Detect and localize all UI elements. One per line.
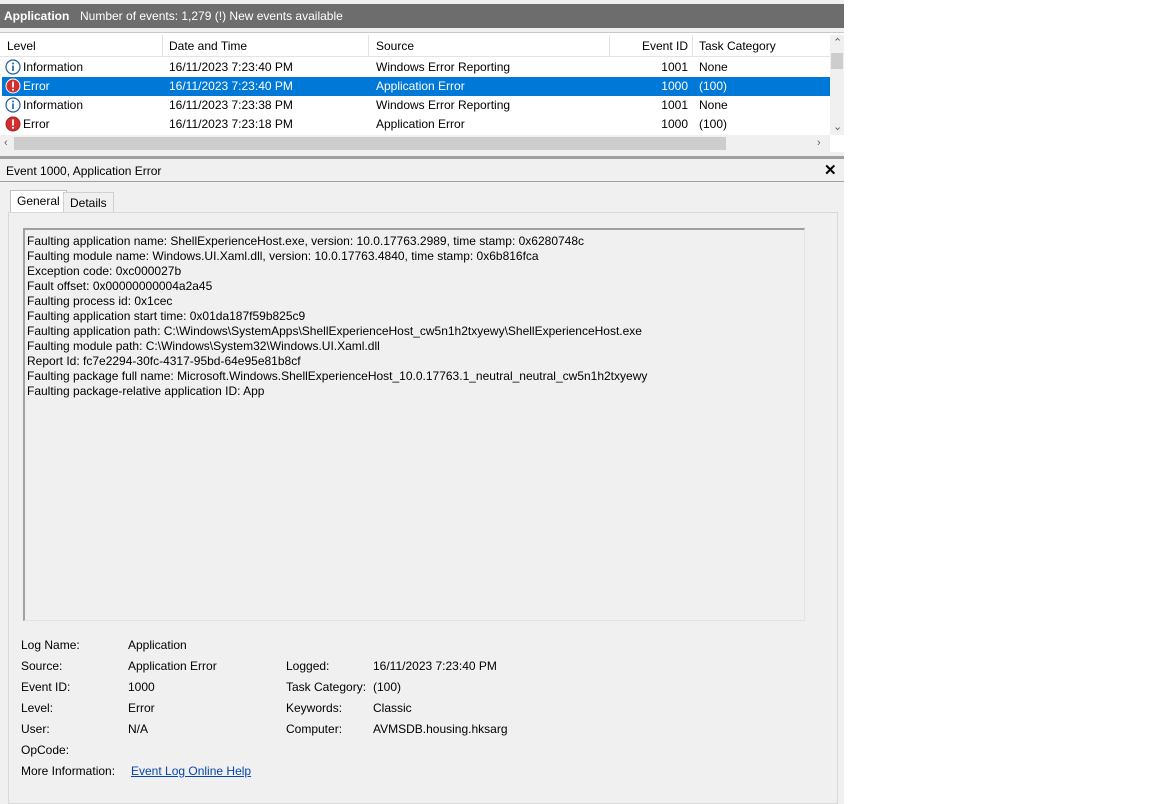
event-id: 1001 [661, 60, 688, 74]
event-row[interactable]: Information 16/11/2023 7:23:40 PM Window… [2, 58, 830, 77]
event-log-online-help-link[interactable]: Event Log Online Help [131, 764, 251, 778]
event-row[interactable]: Error 16/11/2023 7:23:18 PM Application … [2, 115, 830, 134]
computer-value: AVMSDB.housing.hksarg [373, 722, 508, 736]
event-viewer-window: Application Number of events: 1,279 (!) … [0, 0, 844, 804]
log-name-value: Application [128, 638, 187, 652]
task-category-value: (100) [373, 680, 402, 694]
events-vertical-scrollbar[interactable]: ⌃ ⌄ [830, 35, 844, 135]
description-line: Exception code: 0xc000027b [27, 264, 182, 278]
column-divider[interactable] [692, 35, 693, 57]
events-horizontal-scrollbar[interactable]: ‹ › [0, 135, 830, 152]
keywords-value: Classic [373, 701, 412, 715]
event-id-value: 1000 [128, 680, 155, 694]
event-id: 1000 [661, 117, 688, 131]
description-line: Faulting package-relative application ID… [27, 384, 265, 398]
level-label: Level: [21, 701, 54, 715]
event-row[interactable]: Information 16/11/2023 7:23:38 PM Window… [2, 96, 830, 115]
description-line: Faulting process id: 0x1cec [27, 294, 173, 308]
description-line: Faulting application start time: 0x01da1… [27, 309, 306, 323]
events-list[interactable]: Level Date and Time Source Event ID Task… [0, 32, 844, 152]
logged-value: 16/11/2023 7:23:40 PM [373, 659, 497, 673]
event-level: Error [23, 79, 50, 93]
event-details-title: Event 1000, Application Error [6, 164, 162, 178]
event-source: Application Error [376, 79, 465, 93]
event-date-time: 16/11/2023 7:23:40 PM [169, 79, 293, 93]
log-name-title: Application [4, 9, 70, 23]
column-header-task-category[interactable]: Task Category [699, 39, 776, 53]
description-line: Faulting application name: ShellExperien… [27, 234, 585, 248]
keywords-label: Keywords: [286, 701, 343, 715]
event-task-category: None [699, 98, 728, 112]
event-id: 1000 [661, 79, 688, 93]
close-icon[interactable]: ✕ [824, 161, 837, 179]
log-name-label: Log Name: [21, 638, 80, 652]
error-icon [5, 116, 21, 132]
column-divider[interactable] [162, 35, 163, 57]
error-icon [5, 78, 21, 94]
log-title-bar: Application Number of events: 1,279 (!) … [0, 4, 844, 28]
computer-label: Computer: [286, 722, 343, 736]
event-level: Information [23, 98, 84, 112]
event-source: Application Error [376, 117, 465, 131]
event-task-category: (100) [699, 79, 728, 93]
event-date-time: 16/11/2023 7:23:38 PM [169, 98, 293, 112]
opcode-label: OpCode: [21, 743, 70, 757]
event-id-label: Event ID: [21, 680, 71, 694]
source-label: Source: [21, 659, 63, 673]
information-icon [5, 59, 21, 75]
event-source: Windows Error Reporting [376, 98, 511, 112]
scroll-left-arrow-icon[interactable]: ‹ [4, 137, 8, 149]
scroll-down-arrow-icon[interactable]: ⌄ [833, 121, 842, 133]
event-row-selected[interactable]: Error 16/11/2023 7:23:40 PM Application … [2, 77, 830, 96]
tab-details[interactable]: Details [63, 192, 114, 212]
logged-label: Logged: [286, 659, 330, 673]
event-task-category: None [699, 60, 728, 74]
pane-splitter[interactable] [0, 156, 844, 159]
column-header-event-id[interactable]: Event ID [640, 39, 688, 53]
events-count-status: Number of events: 1,279 (!) New events a… [80, 9, 343, 23]
description-line: Faulting module name: Windows.UI.Xaml.dl… [27, 249, 539, 263]
column-divider[interactable] [368, 35, 369, 57]
description-line: Report Id: fc7e2294-30fc-4317-95bd-64e95… [27, 354, 301, 368]
tab-general[interactable]: General [10, 190, 67, 213]
column-header-row: Level Date and Time Source Event ID Task… [0, 35, 830, 57]
task-category-label: Task Category: [286, 680, 367, 694]
description-line: Faulting package full name: Microsoft.Wi… [27, 369, 648, 383]
column-header-date-time[interactable]: Date and Time [169, 39, 247, 53]
description-line: Fault offset: 0x00000000004a2a45 [27, 279, 213, 293]
event-details-header: Event 1000, Application Error ✕ [0, 160, 844, 182]
column-header-source[interactable]: Source [376, 39, 414, 53]
scroll-up-arrow-icon[interactable]: ⌃ [833, 37, 842, 49]
event-description-box[interactable]: Faulting application name: ShellExperien… [23, 228, 805, 621]
user-label: User: [21, 722, 50, 736]
information-icon [5, 97, 21, 113]
description-line: Faulting module path: C:\Windows\System3… [27, 339, 380, 353]
event-source: Windows Error Reporting [376, 60, 511, 74]
event-date-time: 16/11/2023 7:23:40 PM [169, 60, 293, 74]
user-value: N/A [128, 722, 149, 736]
event-level: Error [23, 117, 50, 131]
description-line: Faulting application path: C:\Windows\Sy… [27, 324, 642, 338]
event-task-category: (100) [699, 117, 728, 131]
event-date-time: 16/11/2023 7:23:18 PM [169, 117, 293, 131]
more-information-label: More Information: [21, 764, 116, 778]
vertical-scroll-thumb[interactable] [831, 53, 843, 69]
horizontal-scroll-thumb[interactable] [14, 137, 726, 150]
event-id: 1001 [661, 98, 688, 112]
level-value: Error [128, 701, 155, 715]
scroll-right-arrow-icon[interactable]: › [817, 137, 821, 149]
event-level: Information [23, 60, 84, 74]
column-header-level[interactable]: Level [7, 39, 36, 53]
column-divider[interactable] [609, 35, 610, 57]
source-value: Application Error [128, 659, 217, 673]
